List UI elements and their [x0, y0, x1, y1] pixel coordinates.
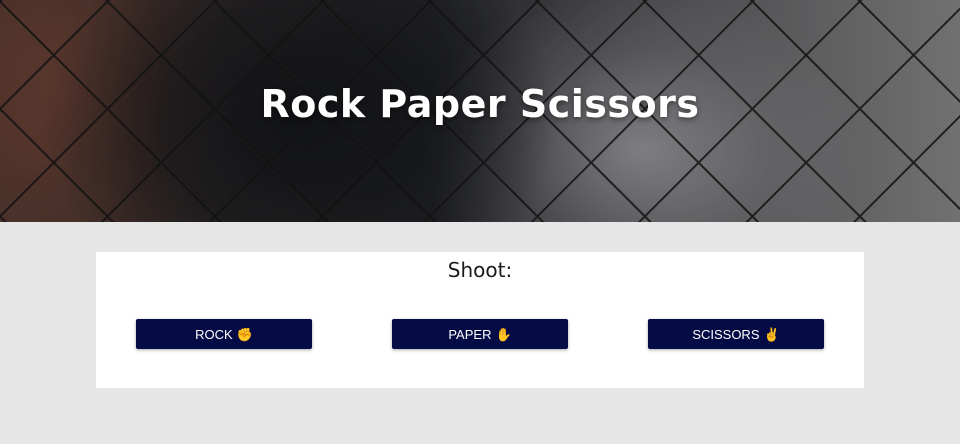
hand-rock-icon: ✊ [236, 326, 253, 342]
scissors-button-label: SCISSORS [692, 326, 760, 342]
hand-scissors-icon: ✌ [763, 326, 780, 342]
rock-button[interactable]: ROCK ✊ [136, 319, 312, 349]
paper-button[interactable]: PAPER ✋ [392, 319, 568, 349]
page-title: Rock Paper Scissors [260, 82, 700, 126]
hand-paper-icon: ✋ [495, 326, 512, 342]
rock-button-label: ROCK [195, 326, 233, 342]
hero-banner: Rock Paper Scissors [0, 0, 960, 222]
game-panel: Shoot: ROCK ✊ PAPER ✋ SCISSORS ✌ [96, 252, 864, 388]
shoot-prompt: Shoot: [447, 258, 513, 282]
scissors-button[interactable]: SCISSORS ✌ [648, 319, 824, 349]
paper-button-label: PAPER [448, 326, 492, 342]
